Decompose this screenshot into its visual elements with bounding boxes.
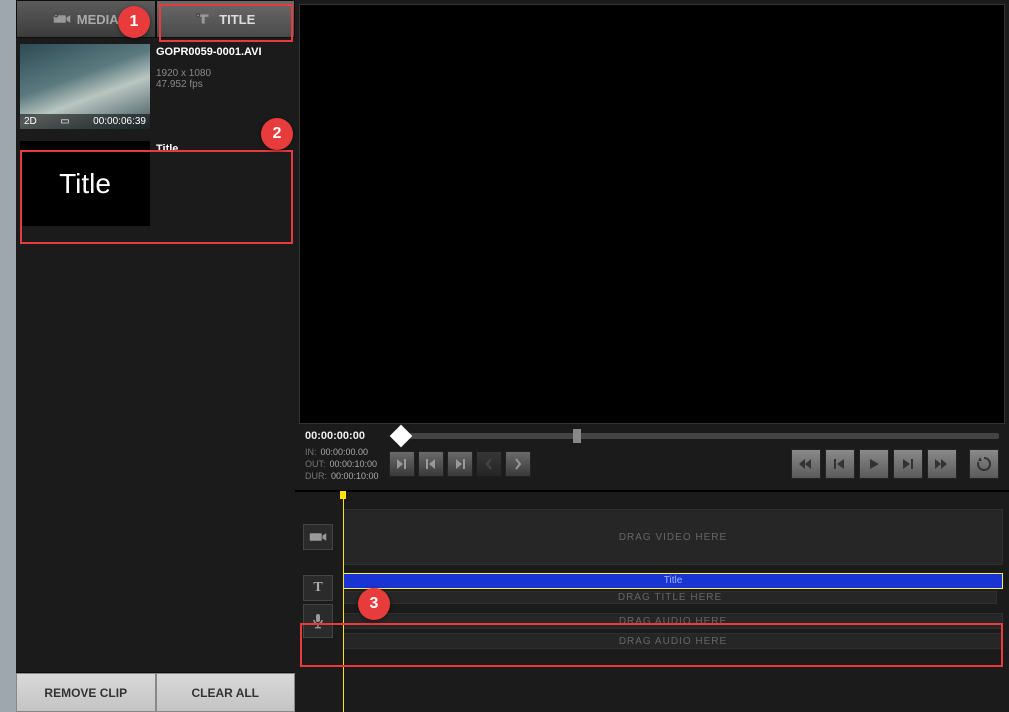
track-audio-2: DRAG AUDIO HERE	[295, 632, 1009, 650]
transport-controls	[791, 449, 999, 479]
asset-resolution: 1920 x 1080	[156, 68, 262, 79]
callout-badge-3: 3	[358, 588, 390, 620]
asset-title-label: Title	[156, 143, 178, 155]
loop-button[interactable]	[969, 449, 999, 479]
scrub-track[interactable]	[393, 433, 999, 439]
video-lane[interactable]: DRAG VIDEO HERE	[343, 509, 1003, 565]
main: 00:00:00:00 IN:00:00:00.00 OUT:00:00:10:…	[295, 0, 1009, 712]
text-plus-icon: +	[195, 12, 213, 26]
asset-thumb: Title	[20, 141, 150, 226]
mark-next-button[interactable]	[505, 451, 531, 477]
track-video: DRAG VIDEO HERE	[295, 509, 1009, 565]
audio-lane-2[interactable]: DRAG AUDIO HERE	[343, 633, 1003, 649]
in-out-dur-readout: IN:00:00:00.00 OUT:00:00:10:00 DUR:00:00…	[305, 446, 379, 482]
sidebar-buttons: REMOVE CLIP CLEAR ALL	[16, 672, 295, 712]
clear-all-button[interactable]: CLEAR ALL	[156, 673, 296, 712]
thumb-stereo-icon: ▭	[60, 116, 69, 127]
asset-filename: GOPR0059-0001.AVI	[156, 46, 262, 58]
track-title: T Title DRAG TITLE HERE	[295, 568, 1009, 608]
scrub-out-marker[interactable]	[573, 429, 581, 443]
scrub-playhead[interactable]	[390, 425, 413, 448]
audio-lane-1[interactable]: DRAG AUDIO HERE	[343, 613, 1003, 629]
svg-text:+: +	[54, 13, 57, 18]
preview-monitor	[299, 4, 1005, 424]
remove-clip-button[interactable]: REMOVE CLIP	[16, 673, 156, 712]
timeline-playhead[interactable]	[343, 492, 344, 712]
app-root: + MEDIA + TITLE 2D ▭ 00:00:06:39	[0, 0, 1009, 712]
title-thumb-text: Title	[59, 168, 111, 200]
mark-prev-button[interactable]	[476, 451, 502, 477]
step-fwd-button[interactable]	[893, 449, 923, 479]
asset-list: 2D ▭ 00:00:06:39 GOPR0059-0001.AVI 1920 …	[16, 38, 295, 672]
tab-media-label: MEDIA	[77, 12, 119, 27]
thumb-mode-badge: 2D	[24, 116, 37, 127]
camera-icon	[303, 524, 333, 550]
timeline: DRAG VIDEO HERE T Title DRAG TITLE HERE …	[295, 490, 1009, 712]
timeline-title-clip[interactable]: Title	[343, 573, 1003, 589]
mic-icon	[303, 604, 333, 638]
sidebar: + MEDIA + TITLE 2D ▭ 00:00:06:39	[0, 0, 295, 712]
callout-badge-2: 2	[261, 118, 293, 150]
text-icon: T	[303, 575, 333, 601]
asset-title-clip[interactable]: Title Title	[18, 139, 293, 228]
callout-badge-1: 1	[118, 6, 150, 38]
tab-title-label: TITLE	[219, 12, 255, 27]
asset-tabs: + MEDIA + TITLE	[16, 0, 295, 38]
mark-in-button[interactable]	[389, 451, 415, 477]
asset-video-clip[interactable]: 2D ▭ 00:00:06:39 GOPR0059-0001.AVI 1920 …	[18, 42, 293, 131]
play-button[interactable]	[859, 449, 889, 479]
track-audio-1: DRAG AUDIO HERE	[295, 611, 1009, 631]
asset-thumb: 2D ▭ 00:00:06:39	[20, 44, 150, 129]
thumb-timecode: 00:00:06:39	[93, 116, 146, 127]
rewind-button[interactable]	[791, 449, 821, 479]
preview-controls: 00:00:00:00 IN:00:00:00.00 OUT:00:00:10:…	[295, 424, 1009, 490]
svg-text:+: +	[197, 13, 200, 18]
title-lane[interactable]: DRAG TITLE HERE	[343, 591, 997, 604]
fast-fwd-button[interactable]	[927, 449, 957, 479]
step-back-button[interactable]	[825, 449, 855, 479]
asset-fps: 47.952 fps	[156, 79, 262, 90]
camera-plus-icon: +	[53, 12, 71, 26]
goto-in-button[interactable]	[418, 451, 444, 477]
goto-out-button[interactable]	[447, 451, 473, 477]
preview-timecode: 00:00:00:00	[305, 430, 385, 442]
tab-title[interactable]: + TITLE	[156, 0, 296, 38]
